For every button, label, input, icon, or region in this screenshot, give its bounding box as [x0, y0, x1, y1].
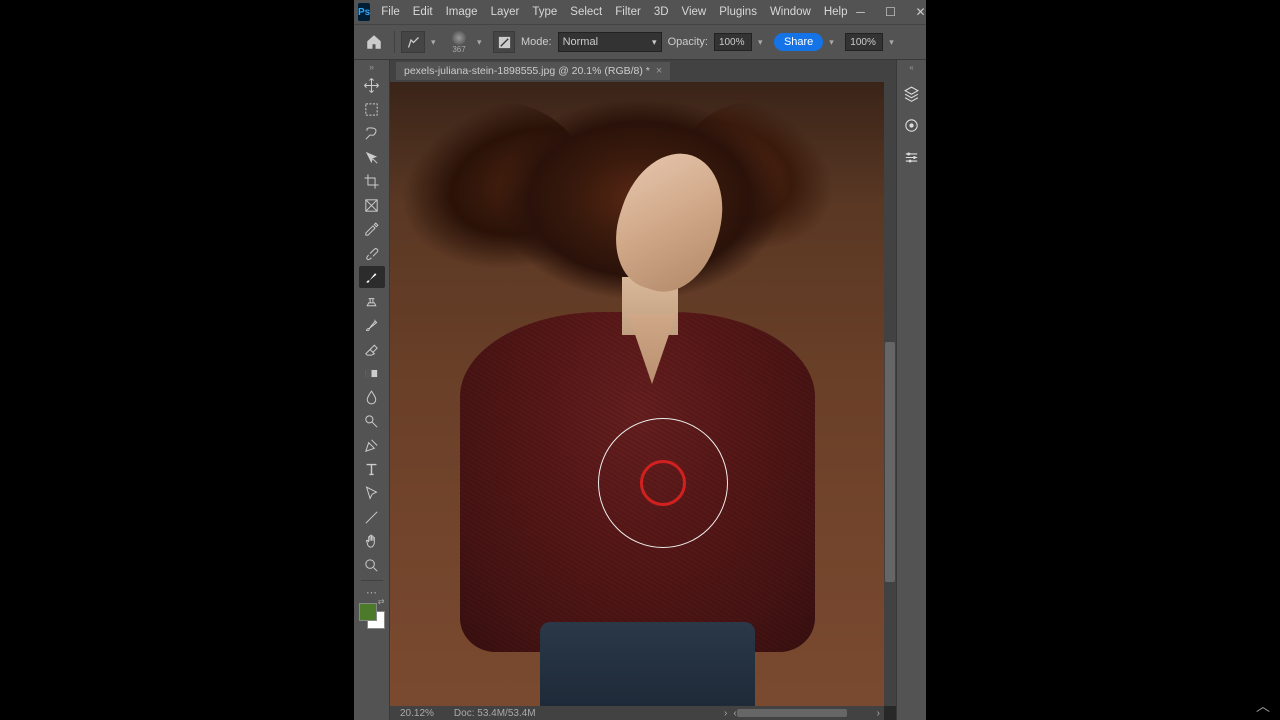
opacity-input[interactable]: 100%	[714, 33, 752, 51]
pen-tool[interactable]	[359, 434, 385, 456]
eraser-tool[interactable]	[359, 338, 385, 360]
menu-layer[interactable]: Layer	[486, 4, 525, 20]
close-tab-icon[interactable]: ×	[656, 65, 662, 77]
menu-help[interactable]: Help	[819, 4, 853, 20]
options-bar: ▾ 367 ▾ Mode: Normal ▾ Opacity: 100% ▾ S…	[354, 24, 926, 60]
home-button[interactable]	[360, 30, 388, 54]
tools-panel: » ⋯ ⇄	[354, 60, 390, 720]
menu-bar: File Edit Image Layer Type Select Filter…	[376, 4, 852, 20]
foreground-color[interactable]	[359, 603, 377, 621]
menu-type[interactable]: Type	[527, 4, 562, 20]
blend-mode-select[interactable]: Normal ▾	[558, 32, 662, 52]
mode-label: Mode:	[521, 36, 552, 48]
photo-content	[390, 82, 884, 706]
tool-preset-picker[interactable]	[401, 31, 425, 53]
vertical-scroll-thumb[interactable]	[885, 342, 895, 582]
opacity-dropdown-icon[interactable]: ▾	[758, 37, 768, 48]
right-dock: «	[896, 60, 926, 720]
blur-tool[interactable]	[359, 386, 385, 408]
canvas-viewport[interactable]: 20.12% Doc: 53.4M/53.4M › ‹ ›	[390, 82, 896, 720]
maximize-button[interactable]: ☐	[883, 5, 899, 19]
adjustments-panel-icon[interactable]	[901, 146, 923, 168]
menu-image[interactable]: Image	[441, 4, 483, 20]
canvas-area: pexels-juliana-stein-1898555.jpg @ 20.1%…	[390, 60, 896, 720]
crop-tool[interactable]	[359, 170, 385, 192]
hand-tool[interactable]	[359, 530, 385, 552]
title-bar: Ps File Edit Image Layer Type Select Fil…	[354, 0, 926, 24]
marquee-tool[interactable]	[359, 98, 385, 120]
app-logo-icon: Ps	[358, 3, 370, 21]
brush-tool[interactable]	[359, 266, 385, 288]
dodge-tool[interactable]	[359, 410, 385, 432]
chevron-down-icon: ▾	[652, 37, 657, 48]
brush-preset-picker[interactable]: 367	[447, 30, 471, 54]
doc-info[interactable]: Doc: 53.4M/53.4M	[444, 708, 724, 719]
share-button[interactable]: Share	[774, 33, 823, 51]
vertical-scrollbar[interactable]	[884, 82, 896, 706]
canvas-image[interactable]	[390, 82, 884, 706]
menu-edit[interactable]: Edit	[408, 4, 438, 20]
color-swatches: ⇄	[359, 603, 385, 629]
share-dropdown-icon[interactable]: ▾	[829, 37, 839, 48]
path-select-tool[interactable]	[359, 482, 385, 504]
menu-file[interactable]: File	[376, 4, 405, 20]
gradient-tool[interactable]	[359, 362, 385, 384]
horizontal-scroll-thumb[interactable]	[737, 709, 847, 717]
type-tool[interactable]	[359, 458, 385, 480]
lasso-tool[interactable]	[359, 122, 385, 144]
expand-arrow-icon[interactable]: ︿	[1256, 696, 1270, 716]
document-tab-bar: pexels-juliana-stein-1898555.jpg @ 20.1%…	[390, 60, 896, 82]
history-brush-tool[interactable]	[359, 314, 385, 336]
menu-window[interactable]: Window	[765, 4, 816, 20]
hscroll-arrow-right-icon[interactable]: ›	[877, 708, 880, 719]
minimize-button[interactable]: ─	[853, 5, 869, 19]
tool-preset-dropdown-icon[interactable]: ▾	[431, 37, 441, 48]
zoom-level[interactable]: 20.12%	[390, 708, 444, 719]
menu-select[interactable]: Select	[565, 4, 607, 20]
doc-info-arrow-icon[interactable]: ›	[724, 708, 727, 719]
brush-size-label: 367	[452, 45, 465, 54]
close-button[interactable]: ✕	[913, 5, 929, 19]
move-tool[interactable]	[359, 74, 385, 96]
document-tab-title: pexels-juliana-stein-1898555.jpg @ 20.1%…	[404, 65, 650, 77]
frame-tool[interactable]	[359, 194, 385, 216]
menu-filter[interactable]: Filter	[610, 4, 646, 20]
clone-stamp-tool[interactable]	[359, 290, 385, 312]
workspace: » ⋯ ⇄	[354, 60, 926, 720]
layers-panel-icon[interactable]	[901, 82, 923, 104]
menu-3d[interactable]: 3D	[649, 4, 674, 20]
brush-preview-icon	[452, 31, 466, 45]
brush-settings-button[interactable]	[493, 31, 515, 53]
photoshop-window: Ps File Edit Image Layer Type Select Fil…	[354, 0, 926, 720]
flow-dropdown-icon[interactable]: ▾	[889, 37, 899, 48]
dock-collapse-icon[interactable]: «	[897, 62, 926, 72]
line-tool[interactable]	[359, 506, 385, 528]
eyedropper-tool[interactable]	[359, 218, 385, 240]
brush-dropdown-icon[interactable]: ▾	[477, 37, 487, 48]
menu-plugins[interactable]: Plugins	[714, 4, 762, 20]
status-bar: 20.12% Doc: 53.4M/53.4M › ‹ ›	[390, 706, 884, 720]
flow-input[interactable]: 100%	[845, 33, 883, 51]
object-select-tool[interactable]	[359, 146, 385, 168]
window-controls: ─ ☐ ✕	[853, 5, 929, 19]
spot-heal-tool[interactable]	[359, 242, 385, 264]
zoom-tool[interactable]	[359, 554, 385, 576]
toolbar-collapse-icon[interactable]: »	[354, 62, 389, 72]
swap-colors-icon[interactable]: ⇄	[378, 597, 385, 606]
channels-panel-icon[interactable]	[901, 114, 923, 136]
blend-mode-value: Normal	[563, 36, 598, 48]
document-tab[interactable]: pexels-juliana-stein-1898555.jpg @ 20.1%…	[396, 62, 670, 80]
opacity-label: Opacity:	[668, 36, 708, 48]
menu-view[interactable]: View	[677, 4, 712, 20]
